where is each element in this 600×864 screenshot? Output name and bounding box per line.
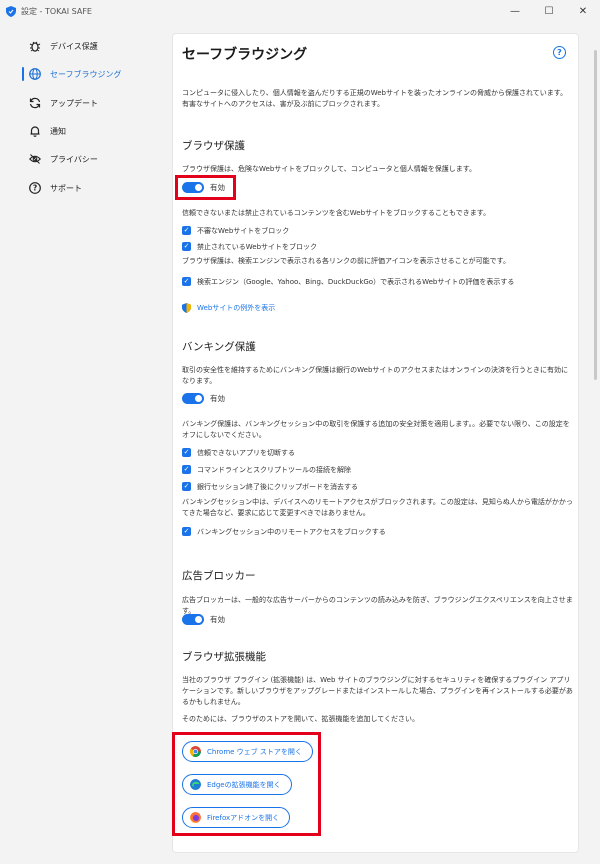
checkbox-search-rating[interactable]: ✓ 検索エンジン（Google、Yahoo、Bing、DuckDuckGo）で表… (182, 276, 514, 287)
browser-protection-desc: ブラウザ保護は、危険なWebサイトをブロックして、コンピュータと個人情報を保護し… (182, 165, 476, 173)
banking-protection-desc: 取引の安全性を維持するためにバンキング保護は銀行のWebサイトのアクセスまたはオ… (182, 366, 569, 385)
minimize-button[interactable]: — (498, 0, 532, 22)
button-label: Firefoxアドオンを開く (207, 813, 280, 822)
toggle-switch[interactable] (182, 181, 204, 193)
toggle-switch[interactable] (182, 613, 204, 625)
title-bar: 設定 - TOKAI SAFE — ☐ ✕ (0, 0, 600, 22)
edge-icon (190, 779, 201, 790)
sidebar-item-support[interactable]: ? サポート (22, 177, 167, 199)
checkbox-label: コマンドラインとスクリプトツールの接続を解除 (197, 465, 351, 474)
eye-off-icon (28, 153, 41, 166)
checkbox-label: バンキングセッション中のリモートアクセスをブロックする (197, 527, 386, 536)
refresh-icon (28, 97, 41, 110)
sidebar-item-update[interactable]: アップデート (22, 92, 167, 114)
bug-icon (28, 40, 41, 53)
banking-protection-heading: バンキング保護 (182, 341, 256, 353)
open-firefox-addons-button[interactable]: Firefoxアドオンを開く (182, 807, 291, 828)
close-button[interactable]: ✕ (566, 0, 600, 22)
banking-protection-desc3: バンキングセッション中は、デバイスへのリモートアクセスがブロックされます。この設… (182, 498, 573, 517)
sidebar-item-label: セーフブラウジング (50, 69, 122, 79)
check-icon[interactable]: ✓ (182, 482, 191, 491)
extensions-heading: ブラウザ拡張機能 (182, 651, 266, 663)
firefox-icon (190, 812, 201, 823)
checkbox-label: 不審なWebサイトをブロック (197, 226, 290, 235)
maximize-button[interactable]: ☐ (532, 0, 566, 22)
ad-blocker-desc: 広告ブロッカーは、一般的な広告サーバーからのコンテンツの読み込みを防ぎ、ブラウジ… (182, 596, 573, 615)
sidebar-item-label: サポート (50, 183, 82, 193)
sidebar-item-label: プライバシー (50, 154, 98, 164)
check-icon[interactable]: ✓ (182, 527, 191, 536)
check-icon[interactable]: ✓ (182, 242, 191, 251)
main-panel: セーフブラウジング ? コンピュータに侵入したり、個人情報を盗んだりする正規のW… (172, 33, 579, 853)
globe-icon (28, 68, 41, 81)
toggle-label: 有効 (210, 182, 225, 192)
checkbox-label: 銀行セッション終了後にクリップボードを消去する (197, 482, 358, 491)
page-title: セーフブラウジング (182, 47, 308, 63)
browser-protection-desc3: ブラウザ保護は、検索エンジンで表示される各リンクの前に評価アイコンを表示させるこ… (182, 257, 510, 265)
checkbox-label: 信頼できないアプリを切断する (197, 448, 295, 457)
checkbox-disconnect-cli[interactable]: ✓ コマンドラインとスクリプトツールの接続を解除 (182, 464, 351, 475)
window-title: 設定 - TOKAI SAFE (21, 6, 92, 16)
open-chrome-store-button[interactable]: Chrome ウェブ ストアを開く (182, 741, 313, 762)
checkbox-label: 検索エンジン（Google、Yahoo、Bing、DuckDuckGo）で表示さ… (197, 277, 515, 286)
button-label: Edgeの拡張機能を開く (207, 780, 281, 789)
active-indicator (22, 67, 24, 81)
intro-text: コンピュータに侵入したり、個人情報を盗んだりする正規のWebサイトを装ったオンラ… (182, 89, 568, 108)
link-label[interactable]: Webサイトの例外を表示 (197, 303, 275, 313)
check-icon[interactable]: ✓ (182, 226, 191, 235)
checkbox-clear-clipboard[interactable]: ✓ 銀行セッション終了後にクリップボードを消去する (182, 481, 358, 492)
checkbox-disconnect-apps[interactable]: ✓ 信頼できないアプリを切断する (182, 447, 295, 458)
shield-app-icon (6, 5, 16, 17)
sidebar-item-device-protection[interactable]: デバイス保護 (22, 35, 167, 57)
toggle-label: 有効 (210, 393, 225, 403)
checkbox-block-remote[interactable]: ✓ バンキングセッション中のリモートアクセスをブロックする (182, 526, 386, 537)
checkbox-label: 禁止されているWebサイトをブロック (197, 242, 318, 251)
toggle-label: 有効 (210, 614, 225, 624)
svg-text:?: ? (32, 184, 36, 193)
shield-icon (182, 303, 191, 313)
help-icon[interactable]: ? (553, 46, 566, 59)
checkbox-block-forbidden[interactable]: ✓ 禁止されているWebサイトをブロック (182, 241, 317, 252)
open-edge-extensions-button[interactable]: Edgeの拡張機能を開く (182, 774, 292, 795)
check-icon[interactable]: ✓ (182, 465, 191, 474)
extensions-desc2: そのためには、ブラウザのストアを開いて、拡張機能を追加してください。 (182, 715, 420, 723)
bell-icon (28, 125, 41, 138)
extensions-desc: 当社のブラウザ プラグイン (拡張機能) は、Web サイトのブラウジングに対す… (182, 676, 573, 706)
button-label: Chrome ウェブ ストアを開く (207, 747, 302, 756)
check-icon[interactable]: ✓ (182, 448, 191, 457)
check-icon[interactable]: ✓ (182, 277, 191, 286)
browser-protection-heading: ブラウザ保護 (182, 140, 245, 152)
ad-blocker-heading: 広告ブロッカー (182, 570, 256, 582)
browser-protection-desc2: 信頼できないまたは禁止されているコンテンツを含むWebサイトをブロックすることも… (182, 209, 491, 217)
sidebar-item-privacy[interactable]: プライバシー (22, 148, 167, 170)
sidebar-item-safe-browsing[interactable]: セーフブラウジング (22, 63, 167, 85)
chrome-icon (190, 746, 201, 757)
checkbox-block-suspicious[interactable]: ✓ 不審なWebサイトをブロック (182, 225, 289, 236)
website-exceptions-link[interactable]: Webサイトの例外を表示 (182, 302, 275, 314)
sidebar: デバイス保護 セーフブラウジング アップデート 通知 プライバシー ? サポート (0, 22, 172, 864)
help-circle-icon: ? (28, 182, 41, 195)
sidebar-item-notifications[interactable]: 通知 (22, 120, 167, 142)
window-controls: — ☐ ✕ (498, 0, 600, 22)
sidebar-item-label: 通知 (50, 126, 66, 136)
ad-blocker-toggle[interactable]: 有効 (182, 613, 225, 625)
toggle-switch[interactable] (182, 392, 204, 404)
banking-protection-toggle[interactable]: 有効 (182, 392, 225, 404)
scrollbar[interactable] (594, 50, 597, 380)
sidebar-item-label: アップデート (50, 98, 98, 108)
sidebar-item-label: デバイス保護 (50, 41, 98, 51)
browser-protection-toggle[interactable]: 有効 (182, 181, 225, 193)
banking-protection-desc2: バンキング保護は、バンキングセッション中の取引を保護する追加の安全対策を適用しま… (182, 420, 570, 439)
